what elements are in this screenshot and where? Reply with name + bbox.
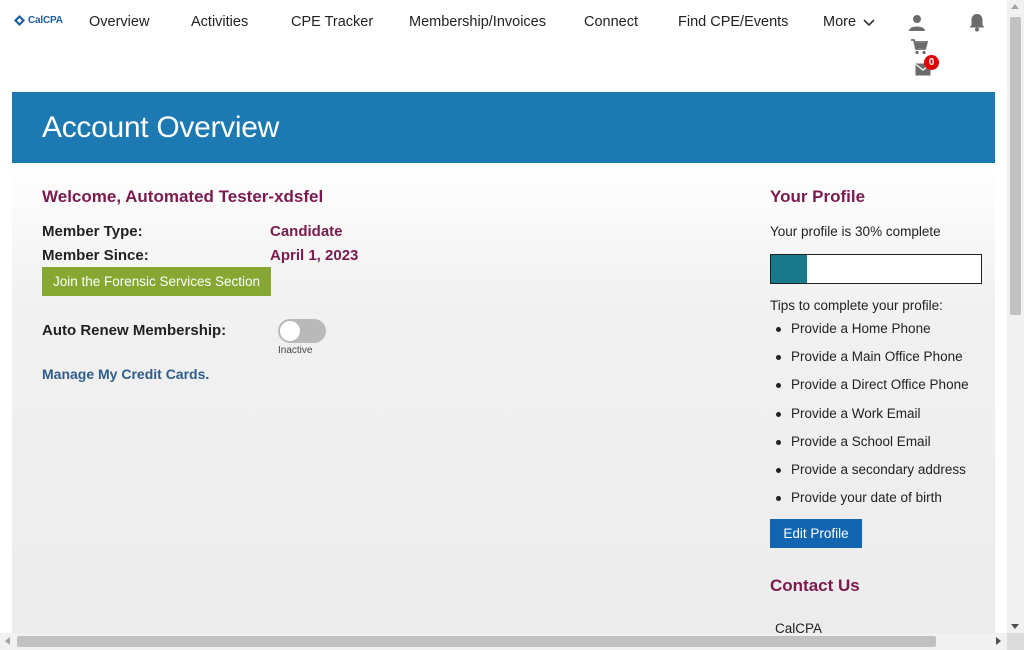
welcome-heading: Welcome, Automated Tester-xdsfel <box>42 187 324 206</box>
join-forensic-section-button[interactable]: Join the Forensic Services Section <box>42 267 271 296</box>
logo-diamond-icon <box>14 15 25 26</box>
manage-credit-cards-link[interactable]: Manage My Credit Cards. <box>42 366 209 382</box>
calcpa-logo[interactable]: CalCPA <box>14 15 63 26</box>
profile-tip: Provide a Direct Office Phone <box>770 374 969 402</box>
vertical-scroll-thumb[interactable] <box>1010 17 1021 315</box>
profile-progress-bar <box>770 254 982 284</box>
nav-more[interactable]: More <box>823 14 876 30</box>
member-type-label: Member Type: <box>42 223 143 240</box>
profile-tip: Provide a School Email <box>770 431 969 459</box>
scroll-left-arrow-icon[interactable] <box>5 637 10 645</box>
cart-icon[interactable] <box>911 39 928 55</box>
page-title: Account Overview <box>42 111 279 144</box>
member-type-value: Candidate <box>270 223 343 240</box>
nav-cpe-tracker[interactable]: CPE Tracker <box>291 14 373 30</box>
profile-tips-label: Tips to complete your profile: <box>770 298 943 313</box>
scroll-up-arrow-icon[interactable] <box>1011 4 1019 9</box>
vertical-scrollbar[interactable] <box>1007 0 1024 636</box>
chevron-down-icon <box>863 19 875 27</box>
your-profile-heading: Your Profile <box>770 187 866 206</box>
nav-activities[interactable]: Activities <box>191 14 248 30</box>
profile-tip: Provide a Work Email <box>770 403 969 431</box>
bell-icon[interactable] <box>967 12 987 32</box>
profile-progress-fill <box>771 255 807 283</box>
profile-tip: Provide a Home Phone <box>770 318 969 346</box>
nav-overview[interactable]: Overview <box>89 14 149 30</box>
scroll-down-arrow-icon[interactable] <box>1011 624 1019 629</box>
profile-complete-text: Your profile is 30% complete <box>770 224 941 239</box>
nav-connect[interactable]: Connect <box>584 14 638 30</box>
nav-more-label: More <box>823 14 857 30</box>
profile-tip: Provide your date of birth <box>770 487 969 515</box>
page-banner: Account Overview <box>12 92 995 163</box>
profile-tip: Provide a Main Office Phone <box>770 346 969 374</box>
logo-text: CalCPA <box>28 15 63 26</box>
scrollbar-corner <box>1007 633 1024 650</box>
profile-tips-list: Provide a Home Phone Provide a Main Offi… <box>770 318 969 515</box>
member-since-label: Member Since: <box>42 247 149 264</box>
user-icon[interactable] <box>908 14 926 32</box>
member-since-value: April 1, 2023 <box>270 247 359 264</box>
scroll-right-arrow-icon[interactable] <box>996 637 1001 645</box>
top-navigation: CalCPA Overview Activities CPE Tracker M… <box>0 0 1007 92</box>
nav-find-cpe-events[interactable]: Find CPE/Events <box>678 14 788 30</box>
horizontal-scrollbar[interactable] <box>0 633 1007 650</box>
auto-renew-toggle[interactable] <box>278 319 326 343</box>
nav-membership-invoices[interactable]: Membership/Invoices <box>409 14 546 30</box>
horizontal-scroll-thumb[interactable] <box>17 636 936 647</box>
edit-profile-button[interactable]: Edit Profile <box>770 519 862 548</box>
auto-renew-status: Inactive <box>278 345 313 356</box>
auto-renew-label: Auto Renew Membership: <box>42 322 227 339</box>
cart-count-badge: 0 <box>924 55 939 70</box>
toggle-knob <box>280 321 300 341</box>
profile-tip: Provide a secondary address <box>770 459 969 487</box>
contact-us-heading: Contact Us <box>770 576 860 595</box>
